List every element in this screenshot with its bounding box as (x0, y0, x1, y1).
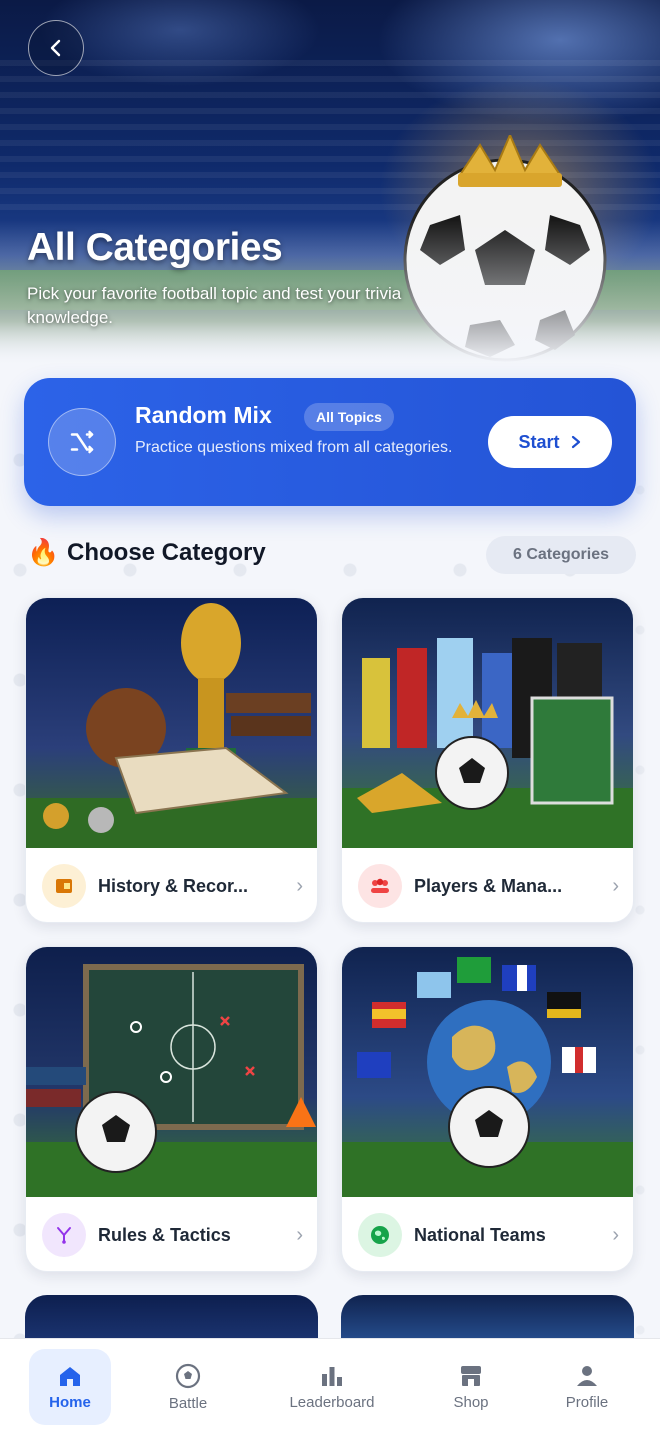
chevron-left-icon (50, 39, 61, 57)
home-icon (60, 1366, 80, 1386)
page-title: All Categories (27, 226, 283, 269)
book-icon (42, 864, 86, 908)
nav-label: Profile (565, 1393, 609, 1411)
chevron-right-icon (571, 435, 580, 449)
nav-label: Leaderboard (289, 1393, 375, 1411)
category-card-rules[interactable]: Rules & Tactics › (25, 946, 318, 1272)
history-illustration (26, 598, 317, 848)
start-button[interactable]: Start (488, 416, 612, 468)
tactics-illustration (26, 947, 317, 1197)
ball-icon (175, 1363, 201, 1388)
back-button[interactable] (28, 20, 84, 76)
page-subtitle: Pick your favorite football topic and te… (27, 284, 402, 327)
tactics-icon (42, 1213, 86, 1257)
nav-profile[interactable]: Profile (546, 1349, 628, 1425)
shuffle-icon (48, 408, 116, 476)
nav-label: Home (49, 1393, 91, 1411)
chevron-right-icon: › (612, 874, 619, 897)
random-mix-title: Random Mix (135, 402, 272, 428)
all-topics-badge: All Topics (304, 403, 394, 431)
bottom-nav: Home Battle Leaderboard Shop Profile (0, 1338, 660, 1434)
category-label: National Teams (414, 1224, 546, 1245)
players-illustration (342, 598, 633, 848)
national-teams-illustration (342, 947, 633, 1197)
chevron-right-icon: › (296, 1223, 303, 1246)
chevron-right-icon: › (296, 874, 303, 897)
random-mix-card[interactable]: Random Mix All Topics Practice questions… (24, 378, 636, 506)
start-button-label: Start (518, 431, 560, 452)
nav-leaderboard[interactable]: Leaderboard (282, 1349, 382, 1425)
nav-home[interactable]: Home (29, 1349, 111, 1425)
team-icon (358, 864, 402, 908)
globe-icon (358, 1213, 402, 1257)
nav-label: Battle (168, 1394, 208, 1412)
nav-battle[interactable]: Battle (147, 1349, 229, 1425)
nav-label: Shop (453, 1393, 489, 1411)
shop-icon (461, 1365, 481, 1386)
category-label: History & Recor... (98, 875, 249, 896)
chevron-right-icon: › (612, 1223, 619, 1246)
category-count-badge: 6 Categories (486, 536, 636, 574)
chart-icon (322, 1366, 342, 1386)
fire-icon: 🔥 (27, 537, 60, 567)
random-mix-description: Practice questions mixed from all catego… (135, 439, 453, 456)
category-card-national[interactable]: National Teams › (341, 946, 634, 1272)
category-card-history[interactable]: History & Recor... › (25, 597, 318, 923)
category-label: Players & Mana... (414, 875, 563, 896)
category-label: Rules & Tactics (98, 1224, 231, 1245)
category-card-players[interactable]: Players & Mana... › (341, 597, 634, 923)
section-title: Choose Category (67, 539, 266, 566)
nav-shop[interactable]: Shop (430, 1349, 512, 1425)
user-icon (577, 1365, 597, 1386)
